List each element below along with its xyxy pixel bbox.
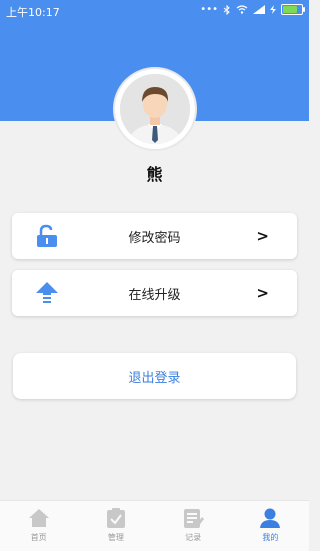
- online-upgrade-item[interactable]: 在线升级 >: [12, 270, 297, 316]
- online-upgrade-label: 在线升级: [128, 287, 181, 303]
- change-password-item[interactable]: 修改密码 >: [12, 213, 297, 259]
- status-bar: 上午10:17 •••: [0, 0, 309, 22]
- tab-mine-label: 我的: [262, 533, 279, 542]
- chevron-right-icon: >: [256, 284, 269, 302]
- chevron-right-icon: >: [256, 227, 269, 245]
- signal-icon: [253, 5, 265, 14]
- home-icon: [28, 509, 49, 527]
- tab-home[interactable]: 首页: [0, 501, 77, 551]
- tab-home-label: 首页: [30, 533, 47, 542]
- tab-manage[interactable]: 管理: [77, 501, 154, 551]
- bottom-tab-bar: 首页 管理 记录 我的: [0, 500, 309, 551]
- tab-mine[interactable]: 我的: [232, 501, 309, 551]
- status-icons: •••: [200, 4, 305, 15]
- tab-manage-label: 管理: [107, 533, 124, 542]
- profile-name: 熊: [146, 165, 163, 184]
- clipboard-check-icon: [106, 508, 125, 528]
- tab-records[interactable]: 记录: [155, 501, 232, 551]
- wifi-icon: [236, 5, 248, 14]
- logout-button[interactable]: 退出登录: [13, 353, 296, 399]
- notes-icon: [184, 509, 205, 528]
- bluetooth-icon: [223, 4, 230, 15]
- tab-records-label: 记录: [185, 533, 202, 542]
- charging-icon: [270, 5, 276, 14]
- status-time: 上午10:17: [6, 6, 60, 19]
- avatar[interactable]: [113, 67, 197, 151]
- change-password-label: 修改密码: [128, 230, 181, 246]
- user-icon: [260, 508, 281, 528]
- battery-icon: [281, 4, 305, 15]
- dots-icon: •••: [200, 4, 218, 15]
- avatar-image: [120, 74, 190, 144]
